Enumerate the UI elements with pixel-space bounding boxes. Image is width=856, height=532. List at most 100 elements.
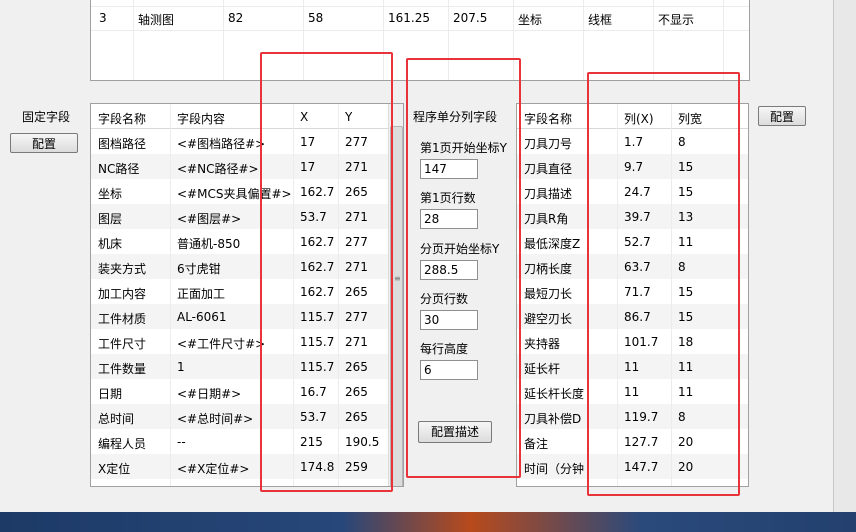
cell-name: 最短刀长 bbox=[524, 287, 573, 301]
table-row[interactable]: 刀具R角 39.7 13 bbox=[517, 204, 748, 229]
cell-x: 174.8 bbox=[300, 460, 335, 474]
cell-col: 11 bbox=[624, 385, 640, 399]
table-row[interactable]: 编程人员 -- 215 190.5 bbox=[91, 429, 403, 454]
cell-width: 20 bbox=[678, 435, 694, 449]
cell-y: 271 bbox=[345, 210, 368, 224]
column-fields-config-button[interactable]: 配置 bbox=[758, 106, 806, 126]
table-row[interactable]: 延长杆 11 11 bbox=[517, 354, 748, 379]
top-row-c8: 线框 bbox=[588, 13, 613, 27]
table-row[interactable]: 日期 <#日期#> 16.7 265 bbox=[91, 379, 403, 404]
header-col-field-name[interactable]: 字段名称 bbox=[524, 110, 572, 127]
table-row[interactable]: 图层 <#图层#> 53.7 271 bbox=[91, 204, 403, 229]
page1-start-y-input[interactable] bbox=[420, 159, 478, 179]
cell-content: <#日期#> bbox=[177, 387, 242, 401]
table-row[interactable]: 延长杆长度 11 11 bbox=[517, 379, 748, 404]
cell-col: 1.7 bbox=[624, 135, 644, 149]
cell-x: 17 bbox=[300, 135, 316, 149]
table-row[interactable]: 刀柄长度 63.7 8 bbox=[517, 254, 748, 279]
fixed-fields-table[interactable]: 字段名称 字段内容 X Y 图档路径 <#图档路径#> 17 277 NC路径 <#NC路… bbox=[90, 103, 404, 487]
table-row[interactable]: 机床 普通机-850 162.7 277 bbox=[91, 229, 403, 254]
cell-col: 9.7 bbox=[624, 160, 644, 174]
cell-col: 39.7 bbox=[624, 210, 651, 224]
cell-name: 机床 bbox=[98, 237, 123, 251]
cell-x: 162.7 bbox=[300, 285, 335, 299]
top-row-c7: 坐标 bbox=[518, 13, 543, 27]
cell-name: 延长杆长度 bbox=[524, 387, 585, 401]
cell-name: 编程人员 bbox=[98, 437, 147, 451]
page1-rows-input[interactable] bbox=[420, 209, 478, 229]
table-row[interactable]: 夹持器 101.7 18 bbox=[517, 329, 748, 354]
scrollbar-thumb[interactable]: ≡ bbox=[390, 126, 403, 486]
fixed-fields-config-button[interactable]: 配置 bbox=[10, 133, 78, 153]
cell-name: 刀具补偿D bbox=[524, 412, 582, 426]
config-description-button[interactable]: 配置描述 bbox=[418, 421, 492, 443]
cell-name: 夹持器 bbox=[524, 337, 561, 351]
cell-name: 日期 bbox=[98, 387, 123, 401]
table-row[interactable]: 坐标 <#MCS夹具偏置#> 162.7 265 bbox=[91, 179, 403, 204]
table-row[interactable]: 备注 127.7 20 bbox=[517, 429, 748, 454]
cell-name: 刀具R角 bbox=[524, 212, 569, 226]
cell-y: 190.5 bbox=[345, 435, 380, 449]
top-table: 3 轴测图 82 58 161.25 207.5 坐标 线框 不显示 bbox=[90, 0, 750, 81]
cell-name: 图档路径 bbox=[98, 137, 147, 151]
split-start-y-label: 分页开始坐标Y bbox=[420, 242, 500, 256]
cell-name: 备注 bbox=[524, 437, 549, 451]
cell-col: 24.7 bbox=[624, 185, 651, 199]
fixed-fields-scrollbar[interactable]: ≡ bbox=[388, 104, 403, 486]
cell-name: 刀具直径 bbox=[524, 162, 573, 176]
split-start-y-input[interactable] bbox=[420, 260, 478, 280]
header-field-content[interactable]: 字段内容 bbox=[177, 110, 225, 127]
table-row[interactable]: NC路径 <#NC路径#> 17 271 bbox=[91, 154, 403, 179]
table-row[interactable]: 总时间 <#总时间#> 53.7 265 bbox=[91, 404, 403, 429]
cell-width: 8 bbox=[678, 260, 686, 274]
table-row[interactable]: 最短刀长 71.7 15 bbox=[517, 279, 748, 304]
cell-y: 265 bbox=[345, 385, 368, 399]
cell-y: 265 bbox=[345, 410, 368, 424]
cell-name: 工件数量 bbox=[98, 362, 147, 376]
table-row[interactable]: 工件尺寸 <#工件尺寸#> 115.7 271 bbox=[91, 329, 403, 354]
cell-col: 63.7 bbox=[624, 260, 651, 274]
table-row[interactable]: X定位 <#X定位#> 174.8 259 bbox=[91, 454, 403, 479]
cell-col: 86.7 bbox=[624, 310, 651, 324]
paging-title: 程序单分列字段 bbox=[413, 110, 498, 124]
table-row[interactable]: 刀具刀号 1.7 8 bbox=[517, 129, 748, 154]
cell-width: 15 bbox=[678, 285, 694, 299]
header-y[interactable]: Y bbox=[345, 110, 352, 124]
cell-content: <#MCS夹具偏置#> bbox=[177, 187, 292, 201]
cell-y: 265 bbox=[345, 185, 368, 199]
page1-start-y-label: 第1页开始坐标Y bbox=[420, 141, 507, 155]
cell-width: 11 bbox=[678, 235, 694, 249]
table-row[interactable]: 装夹方式 6寸虎钳 162.7 271 bbox=[91, 254, 403, 279]
table-row[interactable]: 图档路径 <#图档路径#> 17 277 bbox=[91, 129, 403, 154]
header-col-x[interactable]: 列(X) bbox=[624, 110, 654, 127]
cell-col: 101.7 bbox=[624, 335, 659, 349]
table-row[interactable]: 刀具描述 24.7 15 bbox=[517, 179, 748, 204]
cell-content: 1 bbox=[177, 360, 185, 374]
window-edge bbox=[833, 0, 856, 512]
cell-x: 162.7 bbox=[300, 235, 335, 249]
cell-y: 277 bbox=[345, 310, 368, 324]
cell-x: 162.7 bbox=[300, 185, 335, 199]
header-field-name[interactable]: 字段名称 bbox=[98, 110, 146, 127]
cell-y: 277 bbox=[345, 135, 368, 149]
table-row[interactable]: 工件数量 1 115.7 265 bbox=[91, 354, 403, 379]
row-height-input[interactable] bbox=[420, 360, 478, 380]
cell-x: 17 bbox=[300, 160, 316, 174]
table-row[interactable]: 时间（分钟 147.7 20 bbox=[517, 454, 748, 479]
table-row[interactable]: 避空刃长 86.7 15 bbox=[517, 304, 748, 329]
table-row[interactable]: 工件材质 AL-6061 115.7 277 bbox=[91, 304, 403, 329]
cell-content: 正面加工 bbox=[177, 287, 226, 301]
cell-width: 15 bbox=[678, 185, 694, 199]
table-row[interactable]: 刀具直径 9.7 15 bbox=[517, 154, 748, 179]
split-rows-input[interactable] bbox=[420, 310, 478, 330]
header-col-width[interactable]: 列宽 bbox=[678, 110, 702, 127]
table-row[interactable]: 最低深度Z 52.7 11 bbox=[517, 229, 748, 254]
column-fields-table[interactable]: 字段名称 列(X) 列宽 刀具刀号 1.7 8 刀具直径 9.7 15 刀具描述 24.7 15… bbox=[516, 103, 749, 487]
fixed-fields-label: 固定字段 bbox=[22, 110, 71, 124]
table-row[interactable]: 加工内容 正面加工 162.7 265 bbox=[91, 279, 403, 304]
cell-x: 53.7 bbox=[300, 210, 327, 224]
cell-width: 8 bbox=[678, 135, 686, 149]
table-row[interactable]: 刀具补偿D 119.7 8 bbox=[517, 404, 748, 429]
cell-col: 119.7 bbox=[624, 410, 659, 424]
header-x[interactable]: X bbox=[300, 110, 308, 124]
